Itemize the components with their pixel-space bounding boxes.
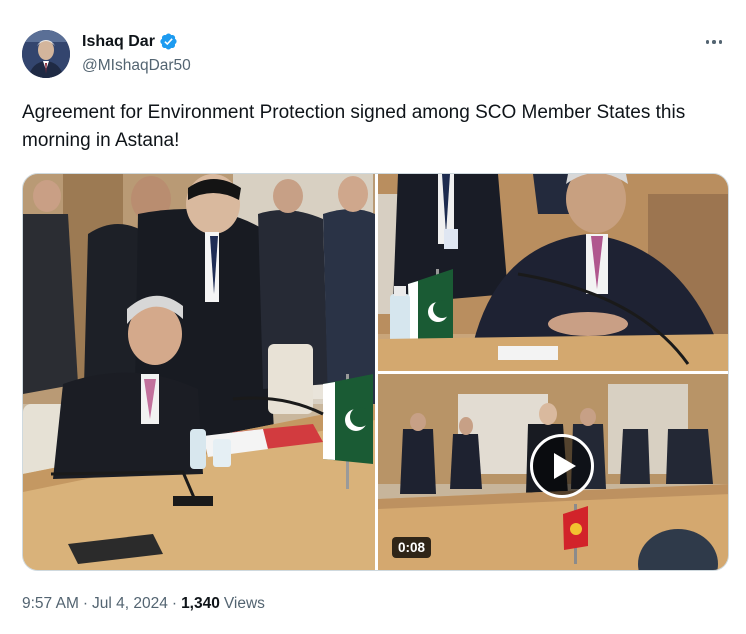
author-name[interactable]: Ishaq Dar — [82, 33, 155, 51]
play-icon — [554, 453, 576, 479]
video-thumbnail[interactable]: 0:08 — [378, 374, 728, 570]
verified-badge-icon — [159, 32, 178, 51]
tweet-text: Agreement for Environment Protection sig… — [22, 102, 686, 151]
author-handle[interactable]: @MIshaqDar50 — [82, 57, 191, 75]
separator-dot: · — [171, 595, 178, 612]
photo-signing[interactable] — [23, 174, 375, 570]
author-avatar[interactable] — [22, 30, 70, 78]
author-name-row[interactable]: Ishaq Dar — [82, 32, 178, 51]
separator-dot: · — [82, 595, 89, 612]
views-count: 1,340 — [181, 595, 220, 612]
tweet-meta: 9:57 AM · Jul 4, 2024 · 1,340 Views — [22, 595, 265, 613]
photo-seated[interactable] — [378, 174, 728, 371]
play-button[interactable] — [530, 434, 594, 498]
more-options-icon[interactable] — [702, 32, 726, 52]
tweet-time[interactable]: 9:57 AM — [22, 595, 79, 613]
views-label: Views — [223, 595, 265, 612]
media-grid: 0:08 — [22, 173, 729, 571]
tweet-date[interactable]: Jul 4, 2024 — [92, 595, 168, 613]
video-duration: 0:08 — [392, 537, 432, 558]
